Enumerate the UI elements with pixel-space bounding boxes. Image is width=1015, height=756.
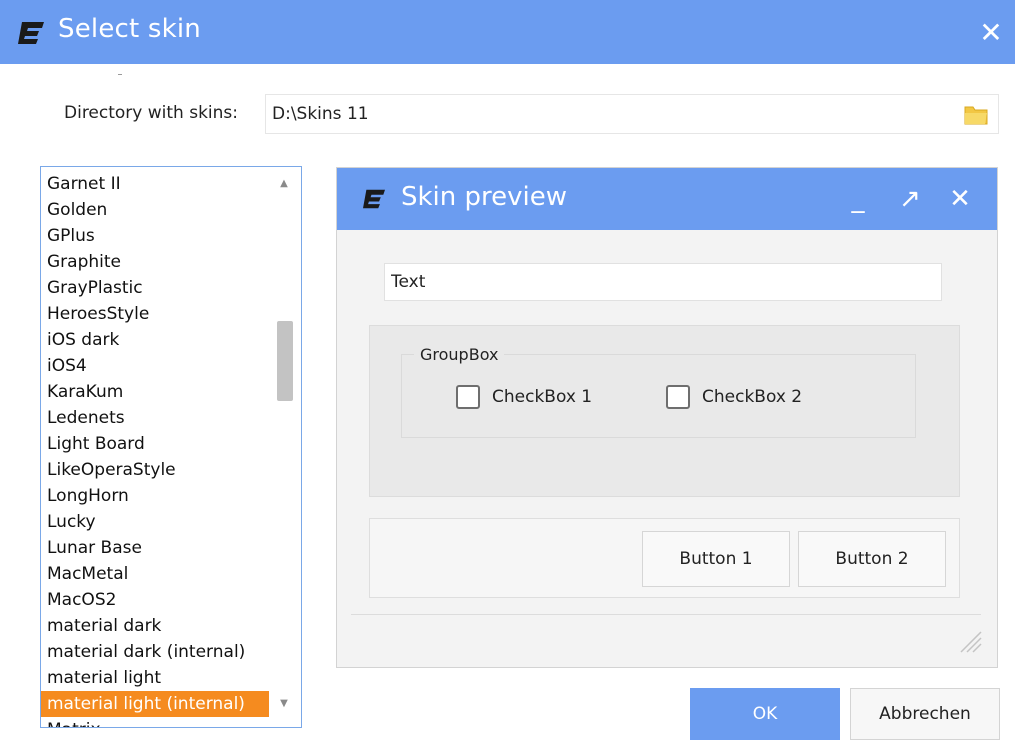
skin-list-items: Garnet II Golden GPlus Graphite GrayPlastic H… (41, 171, 269, 727)
folder-icon[interactable] (964, 103, 988, 125)
close-icon: ✕ (949, 184, 971, 214)
scrollbar-thumb[interactable] (277, 321, 293, 401)
maximize-icon: ↗ (899, 184, 921, 214)
preview-panel: GroupBox CheckBox 1 CheckBox 2 (369, 325, 960, 497)
skin-list-item[interactable]: material dark (internal) (41, 639, 269, 665)
scroll-up-arrow-icon: ▲ (280, 177, 288, 189)
checkbox-1-label: CheckBox 1 (492, 387, 593, 407)
cancel-button[interactable]: Abbrechen (850, 688, 1000, 740)
preview-title: Skin preview (401, 182, 568, 212)
ok-button[interactable]: OK (690, 688, 840, 740)
preview-text-input[interactable] (384, 263, 942, 301)
skin-list-item[interactable]: HeroesStyle (41, 301, 269, 327)
skin-list-item[interactable]: MacMetal (41, 561, 269, 587)
preview-titlebar: Skin preview _ ↗ ✕ (337, 168, 997, 230)
window-close-button[interactable]: ✕ (967, 0, 1015, 64)
preview-close-button[interactable]: ✕ (939, 178, 981, 220)
directory-label: Directory with skins: (64, 103, 239, 123)
skin-list-item[interactable]: KaraKum (41, 379, 269, 405)
checkbox-2-box[interactable] (666, 385, 690, 409)
preview-buttons-panel: Button 1 Button 2 (369, 518, 960, 598)
skin-list-item[interactable]: Lunar Base (41, 535, 269, 561)
checkbox-2-label: CheckBox 2 (702, 387, 803, 407)
skin-list-item[interactable]: Light Board (41, 431, 269, 457)
skin-list-item[interactable]: GPlus (41, 223, 269, 249)
skin-list-item[interactable]: material dark (41, 613, 269, 639)
skin-list-item[interactable]: Graphite (41, 249, 269, 275)
preview-button-1[interactable]: Button 1 (642, 531, 790, 587)
scroll-up-button[interactable]: ▲ (273, 173, 295, 193)
directory-input[interactable] (265, 94, 999, 134)
skin-list[interactable]: Garnet II Golden GPlus Graphite GrayPlastic H… (40, 166, 302, 728)
skin-list-item[interactable]: material light (41, 665, 269, 691)
skin-preview-window: Skin preview _ ↗ ✕ GroupBox CheckBox 1 C… (336, 167, 998, 668)
checkbox-2[interactable]: CheckBox 2 (666, 385, 802, 409)
skin-list-item[interactable]: LongHorn (41, 483, 269, 509)
skin-list-item[interactable]: Lucky (41, 509, 269, 535)
preview-button-2[interactable]: Button 2 (798, 531, 946, 587)
skin-list-item[interactable]: Matrix (41, 717, 269, 727)
minimize-icon: _ (851, 184, 865, 214)
skin-list-item[interactable]: iOS4 (41, 353, 269, 379)
scroll-down-button[interactable]: ▼ (273, 693, 295, 713)
skin-list-item[interactable]: material light (internal) (41, 691, 269, 717)
skin-list-item[interactable]: Golden (41, 197, 269, 223)
skin-list-item[interactable]: LikeOperaStyle (41, 457, 269, 483)
preview-statusbar-divider (351, 614, 981, 615)
skin-list-item[interactable]: MacOS2 (41, 587, 269, 613)
scroll-down-arrow-icon: ▼ (280, 697, 288, 709)
skin-list-item[interactable]: Ledenets (41, 405, 269, 431)
preview-minimize-button[interactable]: _ (837, 178, 879, 220)
preview-logo-icon (363, 189, 385, 209)
decorative-tick (118, 74, 122, 75)
skin-list-item[interactable]: Garnet II (41, 171, 269, 197)
preview-maximize-button[interactable]: ↗ (889, 178, 931, 220)
window-titlebar: Select skin ✕ (0, 0, 1015, 64)
checkbox-1-box[interactable] (456, 385, 480, 409)
checkbox-1[interactable]: CheckBox 1 (456, 385, 592, 409)
groupbox: GroupBox CheckBox 1 CheckBox 2 (401, 345, 916, 438)
close-icon: ✕ (979, 15, 1003, 49)
window-title: Select skin (58, 14, 201, 44)
app-logo-icon (18, 22, 44, 44)
groupbox-label: GroupBox (414, 345, 505, 364)
size-grip-icon[interactable] (953, 624, 983, 654)
skin-list-item[interactable]: iOS dark (41, 327, 269, 353)
skin-list-item[interactable]: GrayPlastic (41, 275, 269, 301)
